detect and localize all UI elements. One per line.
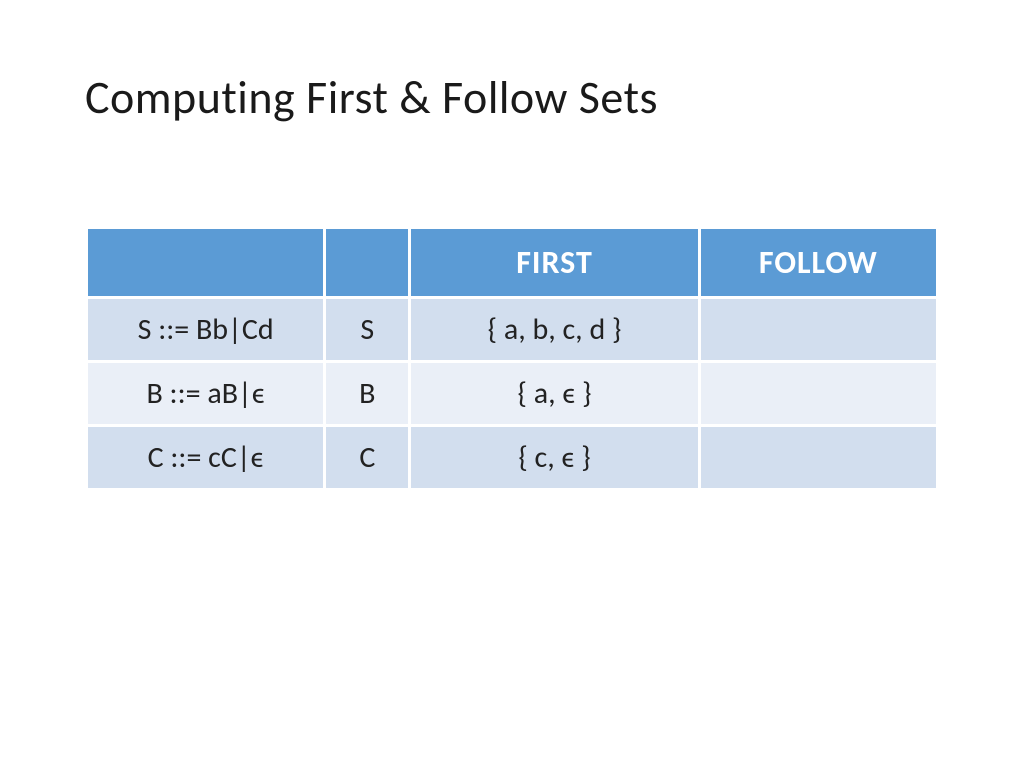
cell-first: { a, ϵ }: [410, 362, 699, 426]
table-row: B ::= aB|ϵ B { a, ϵ }: [87, 362, 938, 426]
cell-symbol: S: [325, 298, 410, 362]
cell-follow: [699, 426, 937, 490]
cell-first: { a, b, c, d }: [410, 298, 699, 362]
header-grammar: [87, 228, 325, 298]
cell-follow: [699, 362, 937, 426]
cell-grammar: S ::= Bb|Cd: [87, 298, 325, 362]
table-header-row: FIRST FOLLOW: [87, 228, 938, 298]
cell-first: { c, ϵ }: [410, 426, 699, 490]
table-row: S ::= Bb|Cd S { a, b, c, d }: [87, 298, 938, 362]
cell-follow: [699, 298, 937, 362]
table-row: C ::= cC|ϵ C { c, ϵ }: [87, 426, 938, 490]
cell-grammar: C ::= cC|ϵ: [87, 426, 325, 490]
first-follow-table: FIRST FOLLOW S ::= Bb|Cd S { a, b, c, d …: [85, 226, 939, 491]
header-symbol: [325, 228, 410, 298]
cell-symbol: C: [325, 426, 410, 490]
header-first: FIRST: [410, 228, 699, 298]
slide: Computing First & Follow Sets FIRST FOLL…: [0, 0, 1024, 768]
cell-symbol: B: [325, 362, 410, 426]
header-follow: FOLLOW: [699, 228, 937, 298]
cell-grammar: B ::= aB|ϵ: [87, 362, 325, 426]
slide-title: Computing First & Follow Sets: [85, 70, 939, 126]
